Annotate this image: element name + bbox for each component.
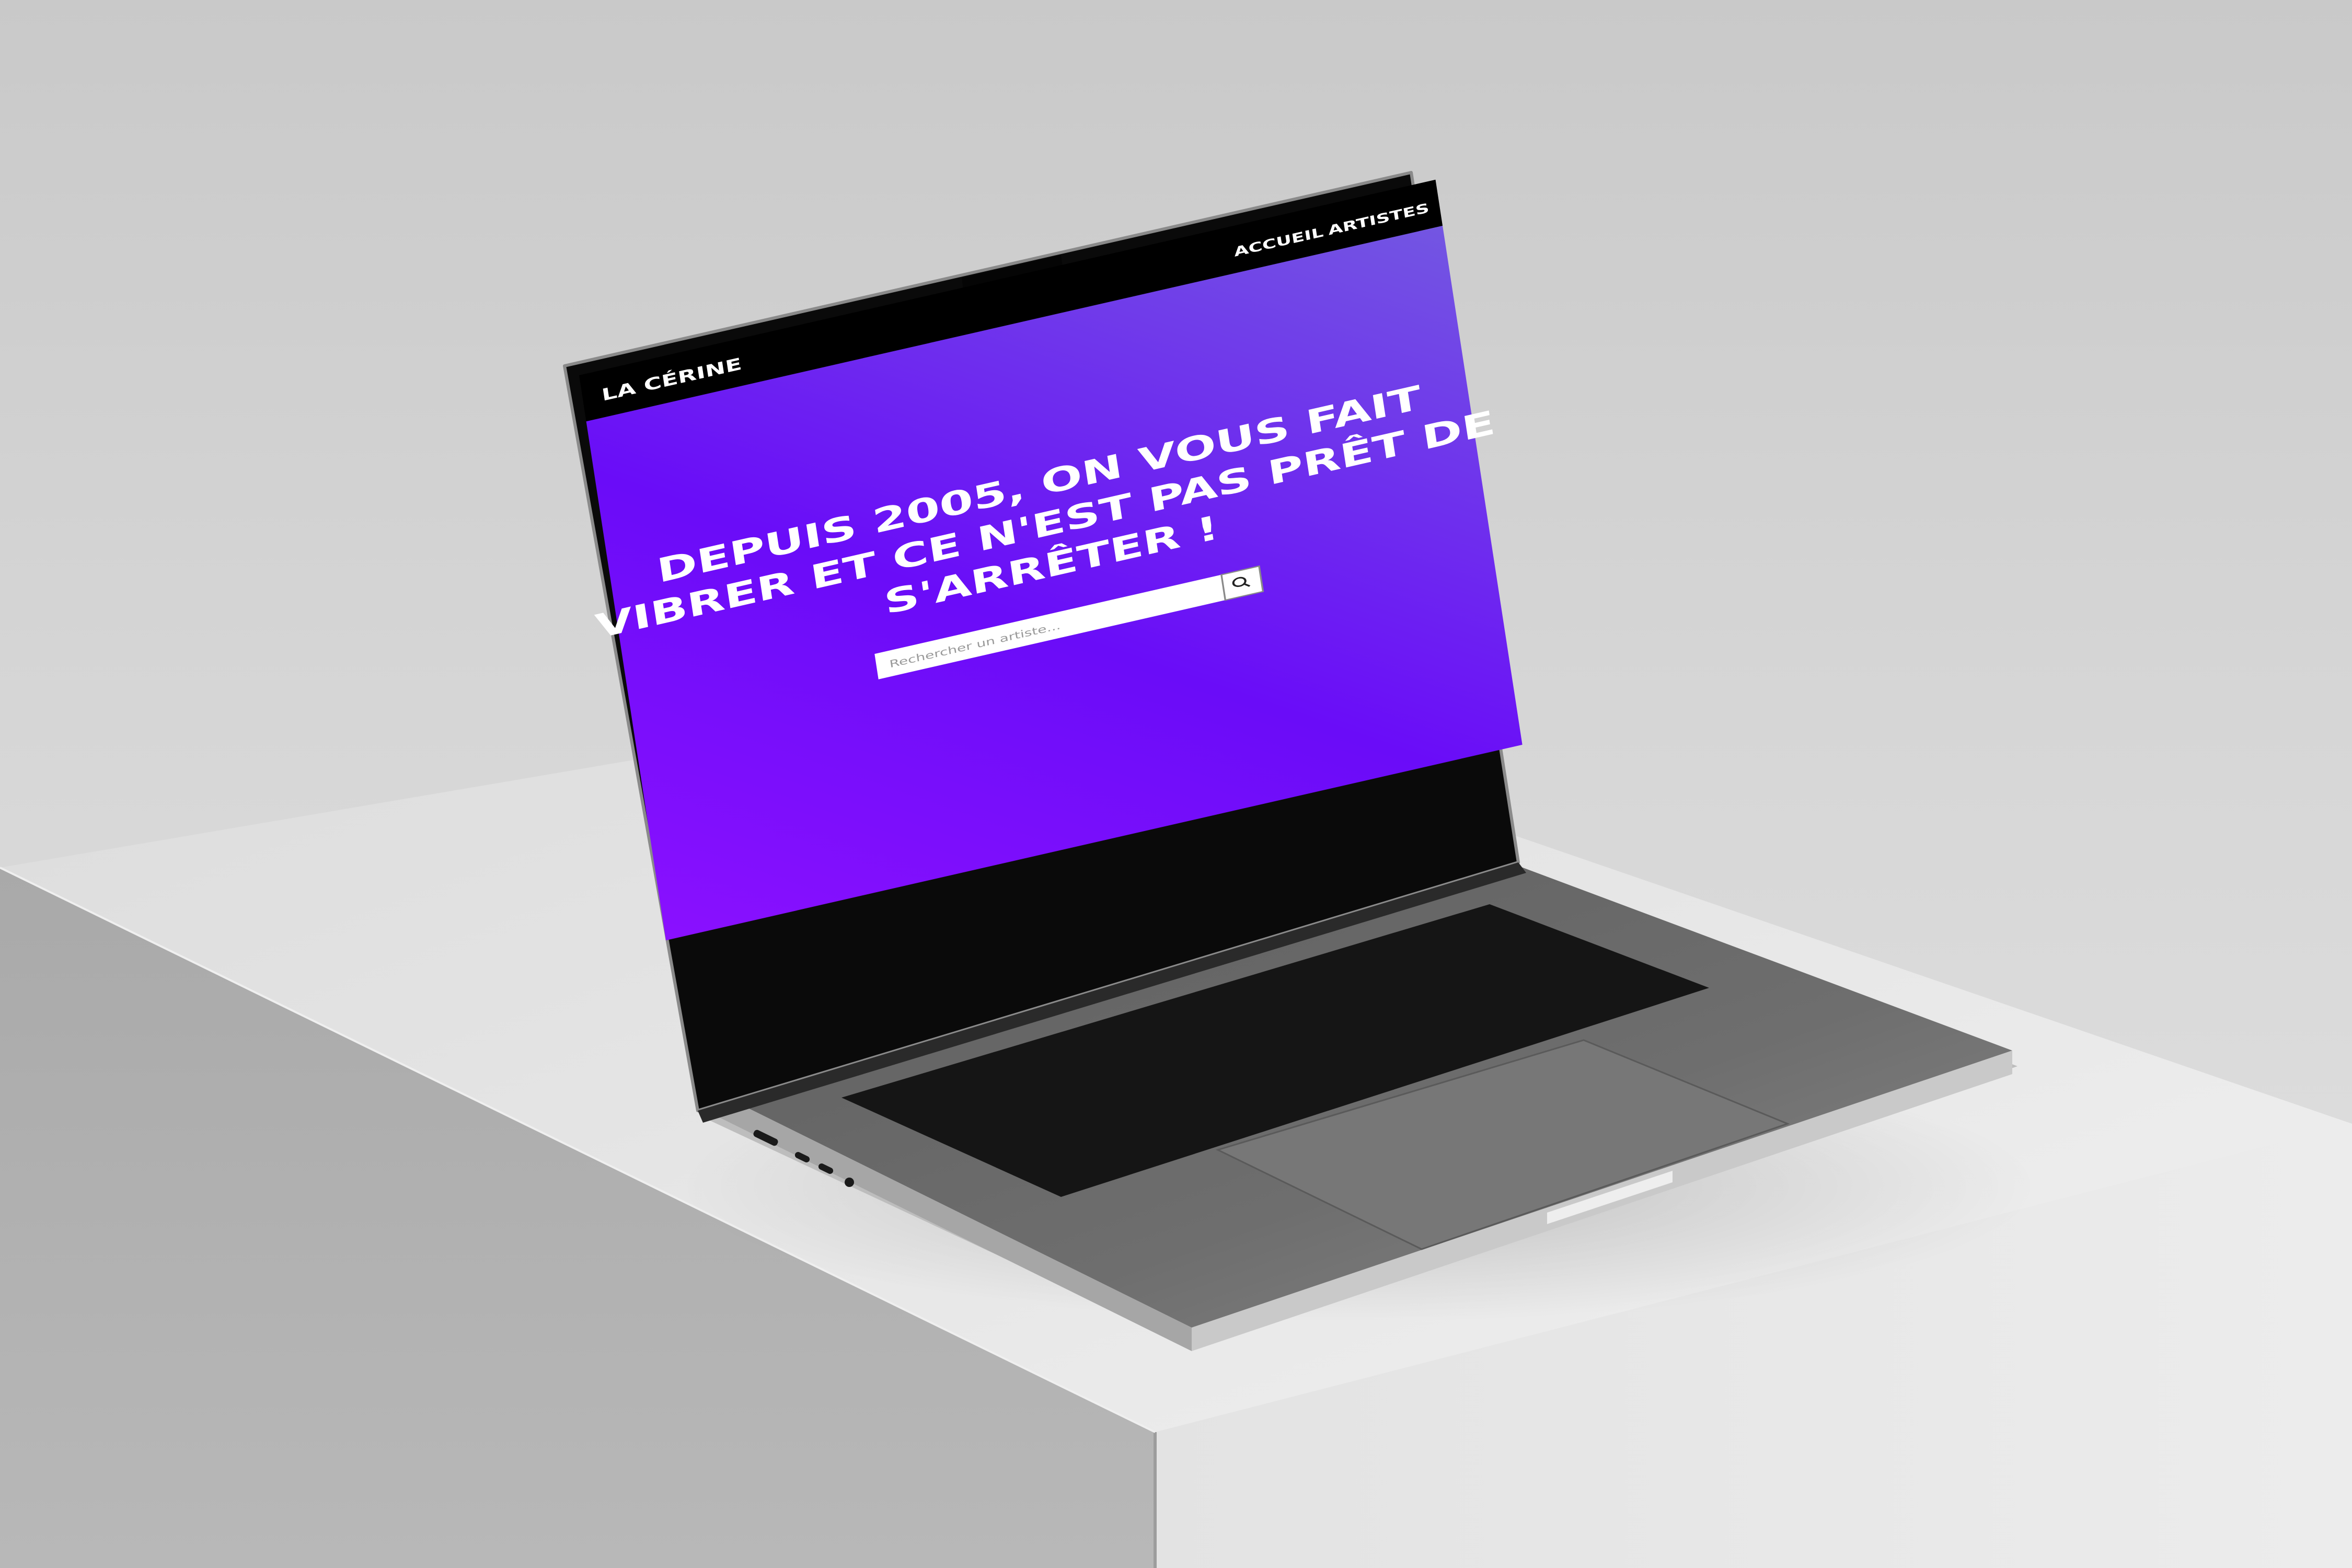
- headphone-jack: [845, 1178, 854, 1187]
- laptop-mockup-scene: LA CÉRINE ACCUEIL ARTISTES DEPUIS 2005, …: [0, 171, 2352, 1568]
